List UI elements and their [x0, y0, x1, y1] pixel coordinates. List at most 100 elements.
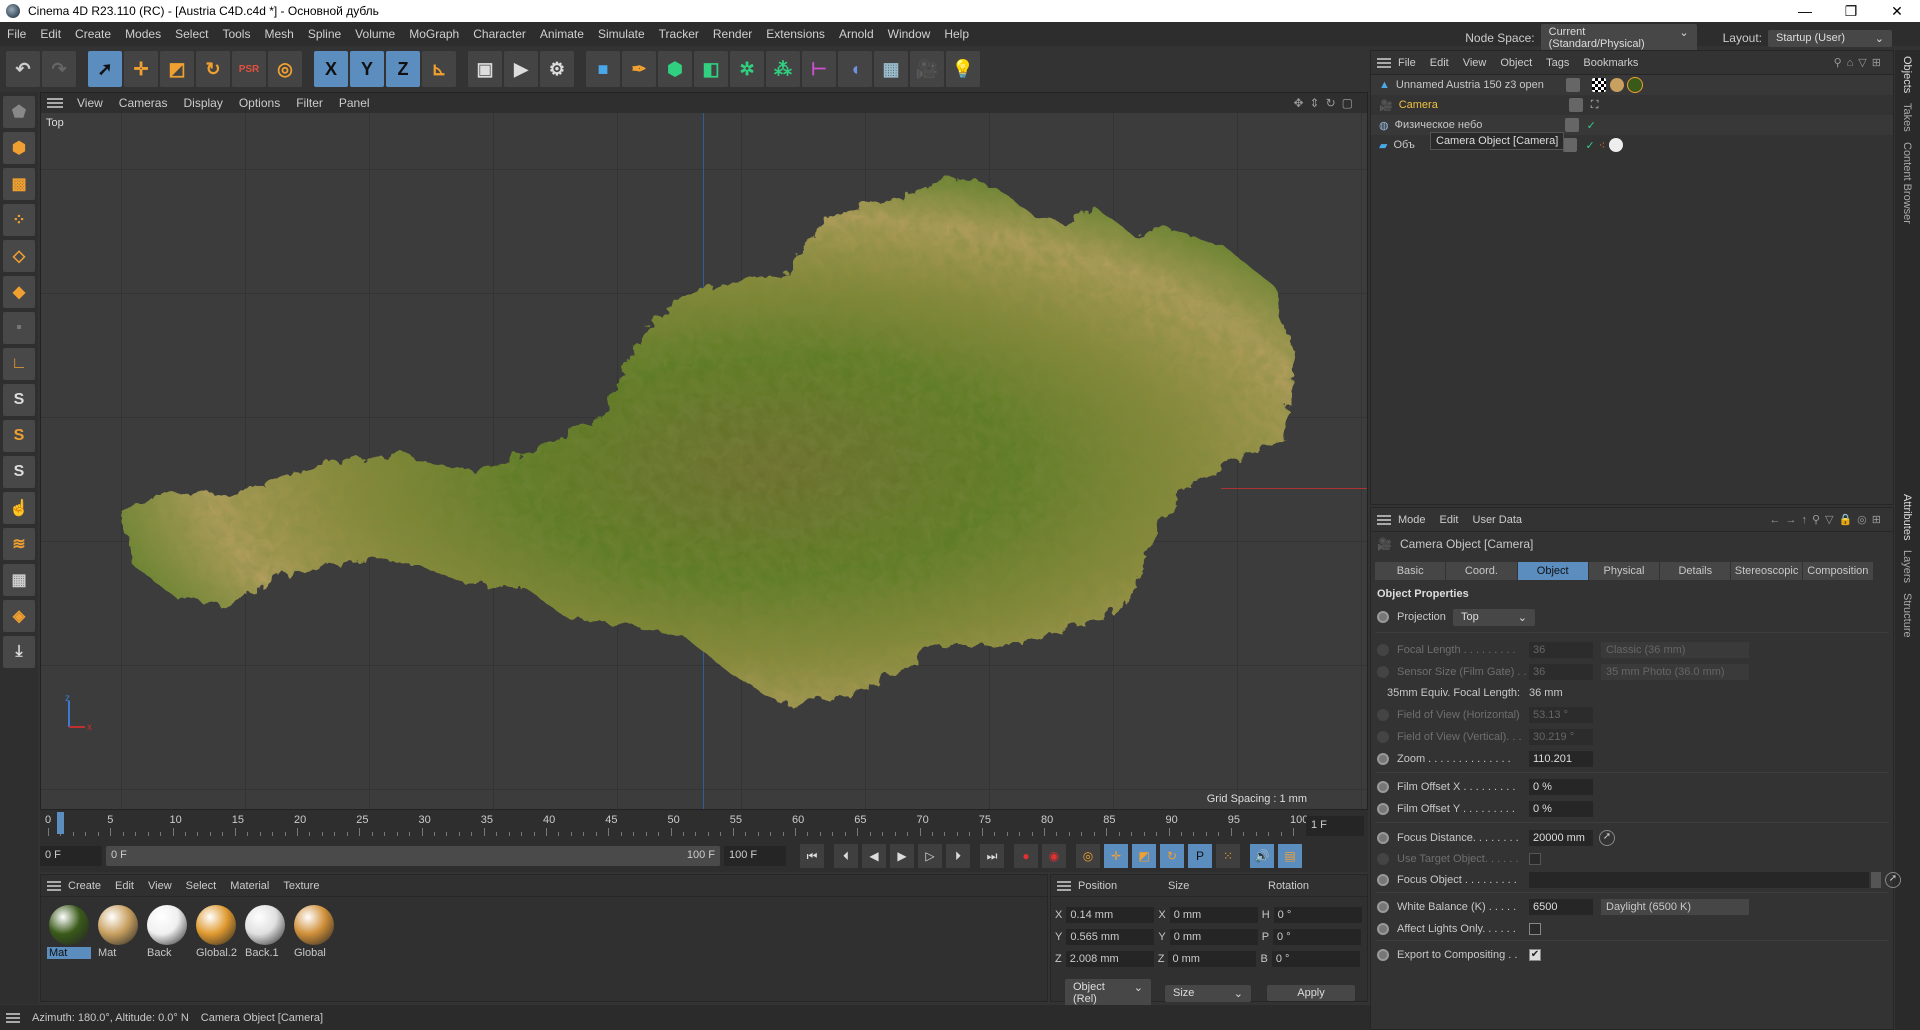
- key-pla-button[interactable]: ⁙: [1216, 844, 1240, 868]
- extrude-button[interactable]: ◧: [694, 51, 728, 87]
- menu-animate[interactable]: Animate: [533, 27, 591, 41]
- size-field[interactable]: 0 mm: [1169, 907, 1258, 923]
- cloner-button[interactable]: ✲: [730, 51, 764, 87]
- mograph-button[interactable]: ⁂: [766, 51, 800, 87]
- obj-menu-view[interactable]: View: [1456, 57, 1494, 69]
- hamburger-icon[interactable]: [47, 98, 63, 108]
- viewport-menu-panel[interactable]: Panel: [331, 96, 378, 110]
- locked-workplane-button[interactable]: ◈: [3, 600, 35, 632]
- field-button[interactable]: ◖: [838, 51, 872, 87]
- menu-edit[interactable]: Edit: [33, 27, 68, 41]
- uv-mode-button[interactable]: ▪: [3, 312, 35, 344]
- undo-button[interactable]: ↶: [6, 51, 40, 87]
- position-field[interactable]: 0.14 mm: [1066, 907, 1155, 923]
- node-space-select[interactable]: Current (Standard/Physical) ⌄: [1540, 24, 1697, 52]
- camera-button[interactable]: 🎥: [910, 51, 944, 87]
- object-row-camera[interactable]: 🎥 Camera ⛶: [1371, 95, 1893, 115]
- render-picture-viewer-button[interactable]: ▶: [504, 51, 538, 87]
- points-mode-button[interactable]: ⁘: [3, 204, 35, 236]
- attr-menu-user-data[interactable]: User Data: [1466, 514, 1530, 526]
- tab-content-browser[interactable]: Content Browser: [1901, 142, 1913, 224]
- render-settings-button[interactable]: ⚙: [540, 51, 574, 87]
- subdivision-button[interactable]: ⬢: [658, 51, 692, 87]
- material-swatch[interactable]: Global.2: [194, 903, 238, 959]
- focus-distance-field[interactable]: 20000 mm: [1529, 830, 1593, 846]
- attr-nav-icons[interactable]: ←→↑⚲▽🔒◎⊞: [1762, 513, 1893, 526]
- material-swatch[interactable]: Global: [292, 903, 336, 959]
- render-view-button[interactable]: ▣: [468, 51, 502, 87]
- edit-toggle-icon[interactable]: [1565, 78, 1580, 92]
- hamburger-icon[interactable]: [1057, 880, 1071, 891]
- coordinate-system-button[interactable]: ⊾: [422, 51, 456, 87]
- material-swatch[interactable]: Mat: [96, 903, 140, 959]
- focal-length-preset[interactable]: Classic (36 mm): [1601, 642, 1749, 658]
- mat-menu-texture[interactable]: Texture: [276, 880, 326, 892]
- viewport-menu-cameras[interactable]: Cameras: [111, 96, 176, 110]
- deformer-button[interactable]: ⊢: [802, 51, 836, 87]
- uv-tag-icon[interactable]: [1591, 78, 1606, 92]
- tab-takes[interactable]: Takes: [1901, 103, 1913, 132]
- obj-menu-file[interactable]: File: [1391, 57, 1423, 69]
- viewport-menu-view[interactable]: View: [69, 96, 111, 110]
- rotation-field[interactable]: 0 °: [1273, 929, 1362, 945]
- live-select-button[interactable]: ◎: [268, 51, 302, 87]
- mat-menu-edit[interactable]: Edit: [108, 880, 141, 892]
- axis-x-button[interactable]: X: [314, 51, 348, 87]
- workplane-button[interactable]: ≋: [3, 528, 35, 560]
- size-mode-select[interactable]: Size ⌄: [1165, 984, 1251, 1002]
- film-offset-x-field[interactable]: 0 %: [1529, 779, 1593, 795]
- autokey-button[interactable]: ◉: [1042, 844, 1066, 868]
- hamburger-icon[interactable]: [1377, 514, 1391, 525]
- menu-modes[interactable]: Modes: [118, 27, 168, 41]
- apply-button[interactable]: Apply: [1267, 985, 1355, 1001]
- tab-details[interactable]: Details: [1660, 562, 1731, 580]
- rotation-field[interactable]: 0 °: [1273, 907, 1362, 923]
- next-key-button[interactable]: ⏵: [946, 844, 970, 868]
- chevron-down-icon[interactable]: [1871, 872, 1881, 888]
- tab-composition[interactable]: Composition: [1802, 562, 1873, 580]
- menu-create[interactable]: Create: [68, 27, 118, 41]
- position-field[interactable]: 2.008 mm: [1065, 951, 1154, 967]
- layout-select[interactable]: Startup (User) ⌄: [1768, 29, 1892, 47]
- tab-basic[interactable]: Basic: [1375, 562, 1446, 580]
- record-button[interactable]: ●: [1014, 844, 1038, 868]
- current-frame-field[interactable]: 1 F: [1306, 816, 1364, 836]
- pick-icon[interactable]: ➚: [1599, 830, 1615, 846]
- menu-help[interactable]: Help: [937, 27, 976, 41]
- material-tag-icon[interactable]: [1609, 78, 1624, 92]
- menu-mesh[interactable]: Mesh: [257, 27, 300, 41]
- menu-window[interactable]: Window: [881, 27, 938, 41]
- fov-v-field[interactable]: 30.219 °: [1529, 729, 1593, 745]
- redo-button[interactable]: ↷: [42, 51, 76, 87]
- obj-menu-tags[interactable]: Tags: [1539, 57, 1576, 69]
- keyframe-selection-button[interactable]: ◎: [1076, 844, 1100, 868]
- snap-settings-button[interactable]: S: [3, 420, 35, 452]
- tab-object[interactable]: Object: [1517, 562, 1588, 580]
- psr-button[interactable]: PSR: [232, 51, 266, 87]
- tab-physical[interactable]: Physical: [1588, 562, 1660, 580]
- close-button[interactable]: ✕: [1874, 0, 1920, 22]
- sensor-size-preset[interactable]: 35 mm Photo (36.0 mm): [1601, 664, 1749, 680]
- mat-menu-material[interactable]: Material: [223, 880, 276, 892]
- edit-toggle-icon[interactable]: [1568, 98, 1583, 112]
- scale-tool-button[interactable]: ◩: [160, 51, 194, 87]
- fov-h-field[interactable]: 53.13 °: [1529, 707, 1593, 723]
- menu-file[interactable]: File: [0, 27, 33, 41]
- timeline-button[interactable]: ▤: [1278, 844, 1302, 868]
- focus-object-field[interactable]: [1529, 872, 1869, 888]
- tab-structure[interactable]: Structure: [1901, 593, 1913, 638]
- rotate-tool-button[interactable]: ↻: [196, 51, 230, 87]
- key-param-button[interactable]: P: [1188, 844, 1212, 868]
- export-compositing-checkbox[interactable]: ✔: [1529, 949, 1541, 961]
- white-balance-preset[interactable]: Daylight (6500 K): [1601, 899, 1749, 915]
- polygons-mode-button[interactable]: ◆: [3, 276, 35, 308]
- obj-toolbar-icons[interactable]: ⚲⌂▽⊞: [1827, 56, 1893, 69]
- material-tag-icon[interactable]: [1626, 77, 1643, 93]
- tab-attributes[interactable]: Attributes: [1901, 494, 1913, 540]
- menu-select[interactable]: Select: [168, 27, 215, 41]
- mat-menu-create[interactable]: Create: [61, 880, 108, 892]
- menu-tracker[interactable]: Tracker: [652, 27, 706, 41]
- tab-stereoscopic[interactable]: Stereoscopic: [1731, 562, 1802, 580]
- object-row-terrain[interactable]: ▲ Unnamed Austria 150 z3 open: [1371, 75, 1893, 95]
- focal-length-field[interactable]: 36: [1529, 642, 1593, 658]
